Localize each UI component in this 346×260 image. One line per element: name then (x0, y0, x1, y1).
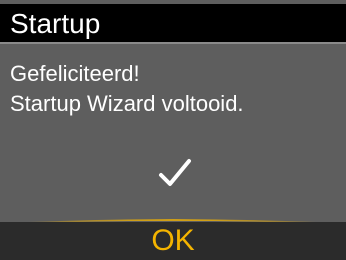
title-bar: Startup (0, 4, 346, 44)
checkmark-icon (159, 159, 191, 186)
congratulations-text: Gefeliciteerd! (10, 61, 140, 86)
screen-title: Startup (10, 8, 101, 39)
ok-button[interactable]: OK (0, 224, 346, 258)
softkey-bar: OK (0, 222, 346, 260)
wizard-complete-text: Startup Wizard voltooid. (10, 91, 244, 116)
device-screen: Startup Gefeliciteerd! Startup Wizard vo… (0, 0, 346, 260)
